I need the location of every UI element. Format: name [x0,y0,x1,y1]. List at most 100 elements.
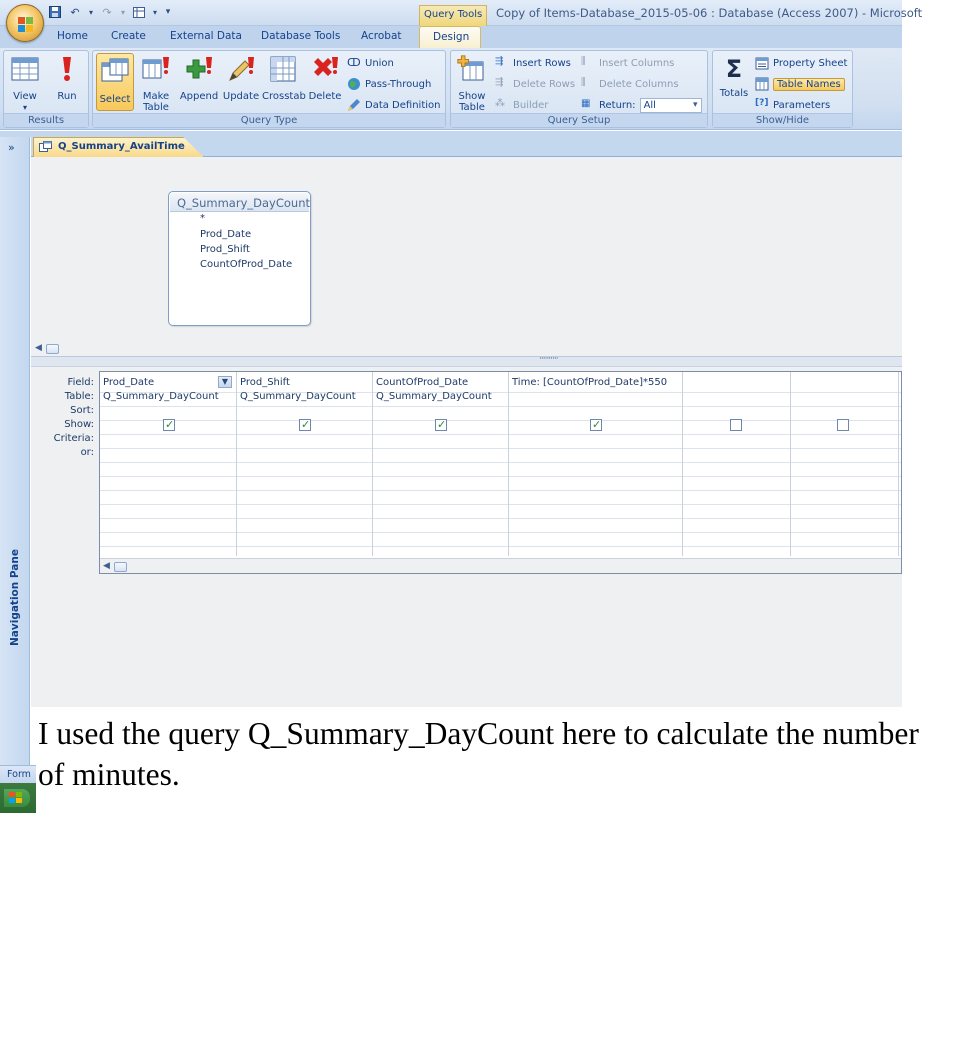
grid-column-6[interactable] [791,372,899,556]
undo-icon[interactable]: ↶ [68,5,82,19]
select-query-label: Select [99,94,131,105]
design-grid-pane: Field: Table: Sort: Show: Criteria: or: … [31,367,902,707]
view-switcher-dropdown-icon[interactable]: ▾ [152,5,158,19]
make-table-label-line2: Table [143,102,169,113]
group-label-query-type: Query Type [93,113,445,127]
row-label-field: Field: [67,377,94,388]
start-button[interactable] [4,789,30,807]
undo-dropdown-icon[interactable]: ▾ [88,5,94,19]
grid-column-5[interactable] [683,372,791,556]
field-list-title[interactable]: Q_Summary_DayCount [170,193,310,212]
delete-rows-button[interactable]: ⇶ Delete Rows [495,75,575,93]
document-tab-label: Q_Summary_AvailTime [58,141,185,152]
title-bar: ↶ ▾ ↷ ▾ ▾ ▾ Query Tools Copy of Items-Da… [0,0,922,26]
return-combo-box[interactable]: All [639,97,702,113]
return-icon: ▦ [581,98,591,109]
tab-design[interactable]: Design [419,26,481,49]
nav-pane-expand-button[interactable]: » [8,141,15,154]
show-checkbox-2[interactable] [299,418,311,431]
table-names-button[interactable]: Table Names [755,75,845,93]
pass-through-button[interactable]: Pass-Through [347,75,431,93]
delete-rows-label: Delete Rows [513,78,576,90]
grid-field-cell[interactable]: Prod_Date [103,377,154,388]
tab-acrobat[interactable]: Acrobat [361,30,402,42]
upper-horizontal-scrollbar[interactable]: ◀ [31,341,902,357]
show-checkbox-1[interactable] [163,418,175,431]
grid-scroll-left-icon[interactable]: ◀ [103,561,113,573]
property-sheet-button[interactable]: Property Sheet [755,54,847,72]
union-label: Union [365,57,394,69]
windows-taskbar [0,783,36,813]
field-list-item-countofprod-date[interactable]: CountOfProd_Date [200,259,292,270]
status-bar: Form [0,765,36,783]
field-list-item-all[interactable]: * [200,213,205,224]
field-list-window[interactable]: Q_Summary_DayCount * Prod_Date Prod_Shif… [168,191,311,326]
select-query-button[interactable]: Select [96,53,134,111]
tab-home[interactable]: Home [57,30,88,42]
totals-label: Totals [719,88,749,99]
return-control: ▦ Return: All [581,96,702,114]
redo-icon[interactable]: ↷ [100,5,114,19]
tab-external-data[interactable]: External Data [170,30,242,42]
navigation-pane[interactable]: » Navigation Pane [0,137,30,770]
grid-table-cell[interactable]: Q_Summary_DayCount [376,391,492,402]
append-button[interactable]: Append [177,54,221,102]
tab-design-label: Design [433,31,470,43]
view-switcher-icon[interactable] [132,5,146,19]
save-icon[interactable] [48,5,62,19]
grid-field-cell[interactable]: Time: [CountOfProd_Date]*550 [512,377,667,388]
parameters-button[interactable]: [?] Parameters [755,96,830,114]
view-button[interactable]: View ▾ [6,54,44,113]
grid-field-cell[interactable]: CountOfProd_Date [376,377,468,388]
design-grid[interactable]: Prod_Date ▼ Q_Summary_DayCount Prod_Shif… [99,371,902,574]
pane-splitter[interactable]: ·········· [31,354,902,367]
delete-query-button[interactable]: Delete [306,54,344,102]
insert-columns-button[interactable]: ⫼ Insert Columns [581,54,674,72]
redo-dropdown-icon[interactable]: ▾ [120,5,126,19]
make-table-button[interactable]: Make Table [137,54,175,113]
grid-horizontal-scrollbar[interactable]: ◀ [100,558,901,573]
delete-columns-icon: ⫼ [581,77,586,88]
field-list-item-prod-date[interactable]: Prod_Date [200,229,251,240]
grid-scroll-thumb[interactable] [114,562,127,572]
show-checkbox-6[interactable] [837,419,849,431]
grid-column-4[interactable] [509,372,683,556]
grid-field-cell[interactable]: Prod_Shift [240,377,290,388]
insert-rows-icon: ⇶ [495,56,504,67]
field-dropdown-icon[interactable]: ▼ [218,376,232,388]
tab-database-tools[interactable]: Database Tools [261,30,340,42]
property-sheet-icon [755,57,769,70]
group-show-hide: Σ Totals Property Sheet Table Names [?] … [712,50,853,128]
run-button[interactable]: Run [48,54,86,102]
delete-columns-button[interactable]: ⫼ Delete Columns [581,75,679,93]
ribbon: View ▾ Run Results Select Make Table App… [0,48,902,130]
show-checkbox-4[interactable] [590,418,602,431]
totals-button[interactable]: Σ Totals [716,54,752,99]
run-exclamation-icon [63,57,71,81]
select-query-icon [101,58,129,82]
scroll-left-icon[interactable]: ◀ [35,343,45,355]
delete-columns-label: Delete Columns [599,78,679,90]
builder-button[interactable]: ⁂ Builder [495,96,548,114]
union-button[interactable]: ↀ Union [347,54,394,72]
show-checkbox-5[interactable] [730,419,742,431]
grid-table-cell[interactable]: Q_Summary_DayCount [103,391,219,402]
data-definition-button[interactable]: Data Definition [347,96,440,114]
builder-label: Builder [513,99,549,111]
crosstab-button[interactable]: Crosstab [262,54,306,102]
grid-table-cell[interactable]: Q_Summary_DayCount [240,391,356,402]
splitter-grip-icon: ·········· [539,354,559,364]
tab-query-document[interactable]: Q_Summary_AvailTime [33,137,204,157]
update-button[interactable]: Update [221,54,261,102]
show-checkbox-3[interactable] [435,418,447,431]
parameters-icon: [?] [755,98,769,108]
union-icon: ↀ [347,56,361,69]
scroll-thumb[interactable] [46,344,59,354]
show-table-button[interactable]: Show Table [454,54,490,113]
tab-create[interactable]: Create [111,30,146,42]
insert-rows-button[interactable]: ⇶ Insert Rows [495,54,571,72]
context-tab-group-label: Query Tools [419,5,488,26]
office-button[interactable] [6,4,44,42]
field-list-item-prod-shift[interactable]: Prod_Shift [200,244,250,255]
customize-qat-icon[interactable]: ▾ [164,5,172,19]
